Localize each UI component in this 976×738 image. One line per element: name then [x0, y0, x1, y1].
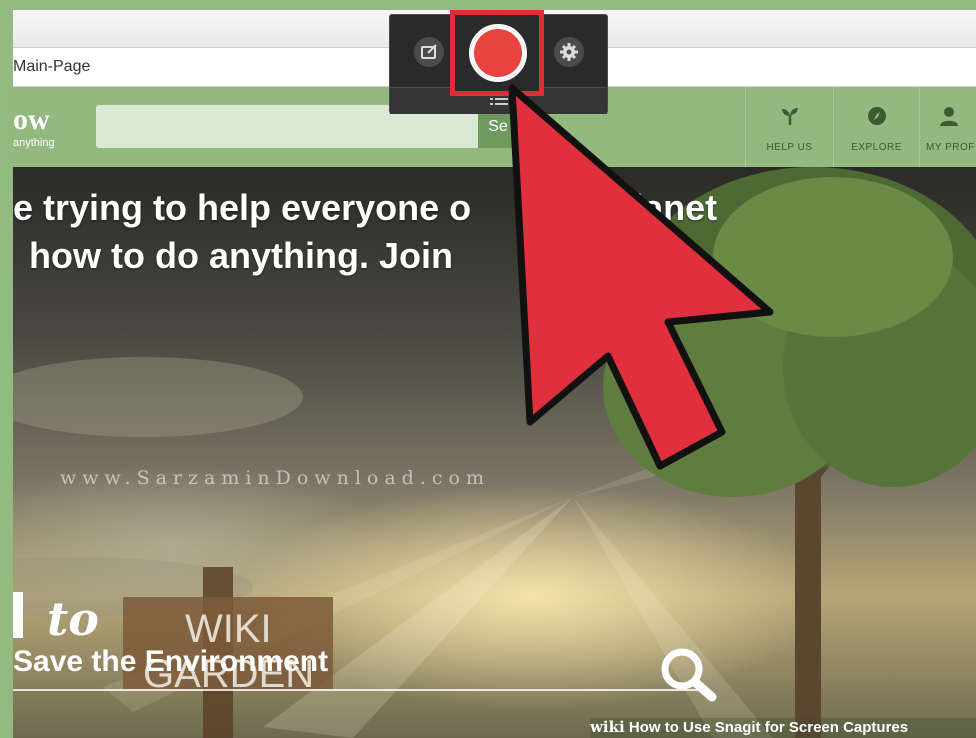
hero-underline [13, 689, 703, 691]
compass-icon [867, 107, 886, 125]
nav-explore[interactable]: EXPLORE [833, 87, 919, 167]
nav-label: MY PROF [926, 142, 975, 153]
nav-my-profile[interactable]: MY PROF [919, 87, 976, 167]
footer-caption-text: How to Use Snagit for Screen Captures [628, 719, 909, 736]
site-logo[interactable]: ow [13, 105, 50, 135]
edit-icon [421, 44, 437, 59]
how-to-title: to [13, 592, 99, 646]
how-to-word: to [47, 592, 99, 646]
screenshot-frame: Main-Page ow anything Se HELP US EXPLORE [0, 0, 976, 738]
pointer-arrow-icon [508, 84, 774, 470]
person-icon [939, 107, 958, 126]
video-edit-button[interactable] [414, 37, 444, 67]
site-tagline: anything [13, 137, 55, 149]
address-text[interactable]: Main-Page [13, 58, 90, 76]
gear-icon [560, 43, 578, 61]
hero-headline-start: e trying to help everyone o [13, 187, 472, 228]
settings-button[interactable] [554, 37, 584, 67]
footer-caption: wiki How to Use Snagit for Screen Captur… [590, 718, 976, 738]
watermark-text: www.SarzaminDownload.com [60, 467, 490, 489]
footer-wiki: wiki [590, 718, 625, 736]
search-icon[interactable] [658, 645, 718, 703]
nav-label: EXPLORE [851, 142, 902, 153]
hero-headline-line2: how to do anything. Join [29, 235, 453, 276]
hero-subtitle: Save the Environment [13, 645, 329, 678]
